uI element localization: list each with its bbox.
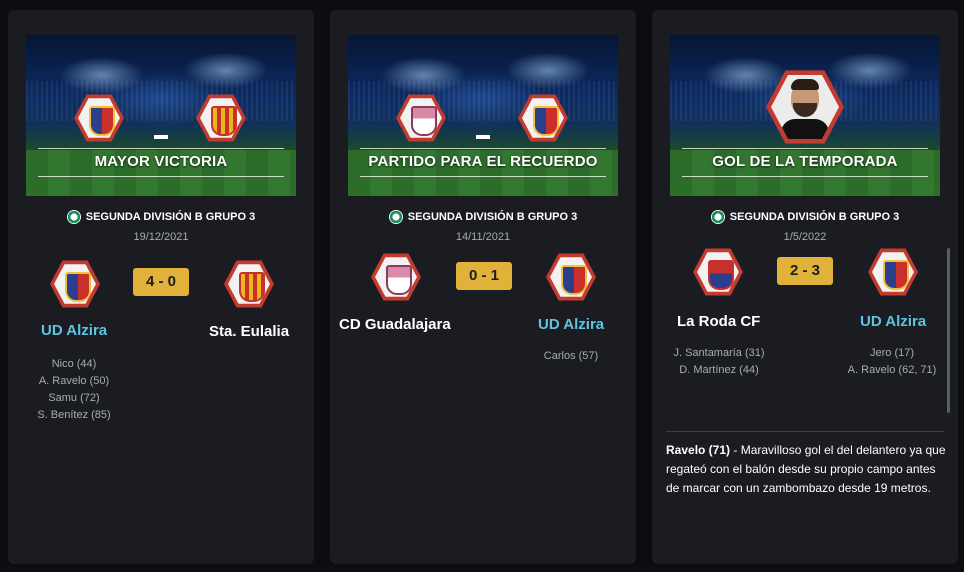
- home-scorers: J. Santamaría (31) D. Martínez (44): [666, 345, 772, 379]
- score-badge: 4 - 0: [133, 268, 189, 296]
- banner: MAYOR VICTORIA: [26, 35, 296, 196]
- goal-scorer: Ravelo (71): [666, 443, 731, 457]
- match-date: 14/11/2021: [455, 231, 511, 243]
- scorer: Carlos (57): [543, 350, 599, 362]
- match-date: 1/5/2022: [783, 231, 827, 243]
- home-crest-icon: [371, 253, 421, 301]
- banner: GOL DE LA TEMPORADA: [670, 35, 940, 196]
- stadium-crowd: [26, 81, 296, 121]
- competition-icon: [66, 210, 81, 224]
- card-goal-of-season: GOL DE LA TEMPORADA SEGUNDA DIVISIÓN B G…: [652, 10, 958, 564]
- scorer: A. Ravelo (50): [38, 375, 110, 387]
- home-team-name[interactable]: UD Alzira: [41, 322, 107, 339]
- banner-title: GOL DE LA TEMPORADA: [712, 153, 898, 170]
- home-scorers: Nico (44) A. Ravelo (50) Samu (72) S. Be…: [36, 356, 112, 424]
- competition-label: SEGUNDA DIVISIÓN B GRUPO 3: [85, 211, 256, 223]
- player-photo: [766, 70, 844, 144]
- competition-label: SEGUNDA DIVISIÓN B GRUPO 3: [729, 211, 900, 223]
- away-team-name[interactable]: Sta. Eulalia: [209, 323, 289, 340]
- score-badge: 2 - 3: [777, 257, 833, 285]
- goal-description: Ravelo (71) - Maravilloso gol el del del…: [666, 441, 946, 498]
- away-crest-icon: [224, 260, 274, 308]
- away-scorers: Jero (17) A. Ravelo (62, 71): [844, 345, 940, 379]
- versus-dash: [154, 135, 168, 139]
- away-team-name[interactable]: UD Alzira: [538, 316, 604, 333]
- banner-title: PARTIDO PARA EL RECUERDO: [368, 153, 598, 170]
- banner: PARTIDO PARA EL RECUERDO: [348, 35, 618, 196]
- competition-label: SEGUNDA DIVISIÓN B GRUPO 3: [407, 211, 578, 223]
- away-crest-icon: [868, 248, 918, 296]
- scrollbar[interactable]: [947, 248, 950, 413]
- versus-dash: [476, 135, 490, 139]
- score-badge: 0 - 1: [456, 262, 512, 290]
- competition-icon: [388, 210, 403, 224]
- competition-icon: [710, 210, 725, 224]
- scorer: D. Martínez (44): [679, 364, 759, 376]
- divider: [666, 431, 944, 432]
- scorer: A. Ravelo (62, 71): [847, 364, 937, 376]
- card-memorable-match: PARTIDO PARA EL RECUERDO SEGUNDA DIVISIÓ…: [330, 10, 636, 564]
- scorer: Jero (17): [869, 347, 915, 359]
- competition: SEGUNDA DIVISIÓN B GRUPO 3: [652, 209, 958, 225]
- scorer: J. Santamaría (31): [673, 347, 765, 359]
- match-date: 19/12/2021: [133, 231, 189, 243]
- competition: SEGUNDA DIVISIÓN B GRUPO 3: [330, 209, 636, 225]
- away-team-name[interactable]: UD Alzira: [860, 313, 926, 330]
- home-team-name[interactable]: CD Guadalajara: [339, 316, 451, 333]
- scorer: S. Benítez (85): [37, 409, 111, 421]
- home-team-name[interactable]: La Roda CF: [677, 313, 760, 330]
- away-crest-icon: [546, 253, 596, 301]
- card-biggest-win: MAYOR VICTORIA SEGUNDA DIVISIÓN B GRUPO …: [8, 10, 314, 564]
- home-crest-icon: [50, 260, 100, 308]
- home-crest-icon: [693, 248, 743, 296]
- competition: SEGUNDA DIVISIÓN B GRUPO 3: [8, 209, 314, 225]
- scorer: Nico (44): [51, 358, 97, 370]
- scorer: Samu (72): [48, 392, 100, 404]
- banner-title: MAYOR VICTORIA: [94, 153, 228, 170]
- away-scorers: Carlos (57): [535, 348, 607, 365]
